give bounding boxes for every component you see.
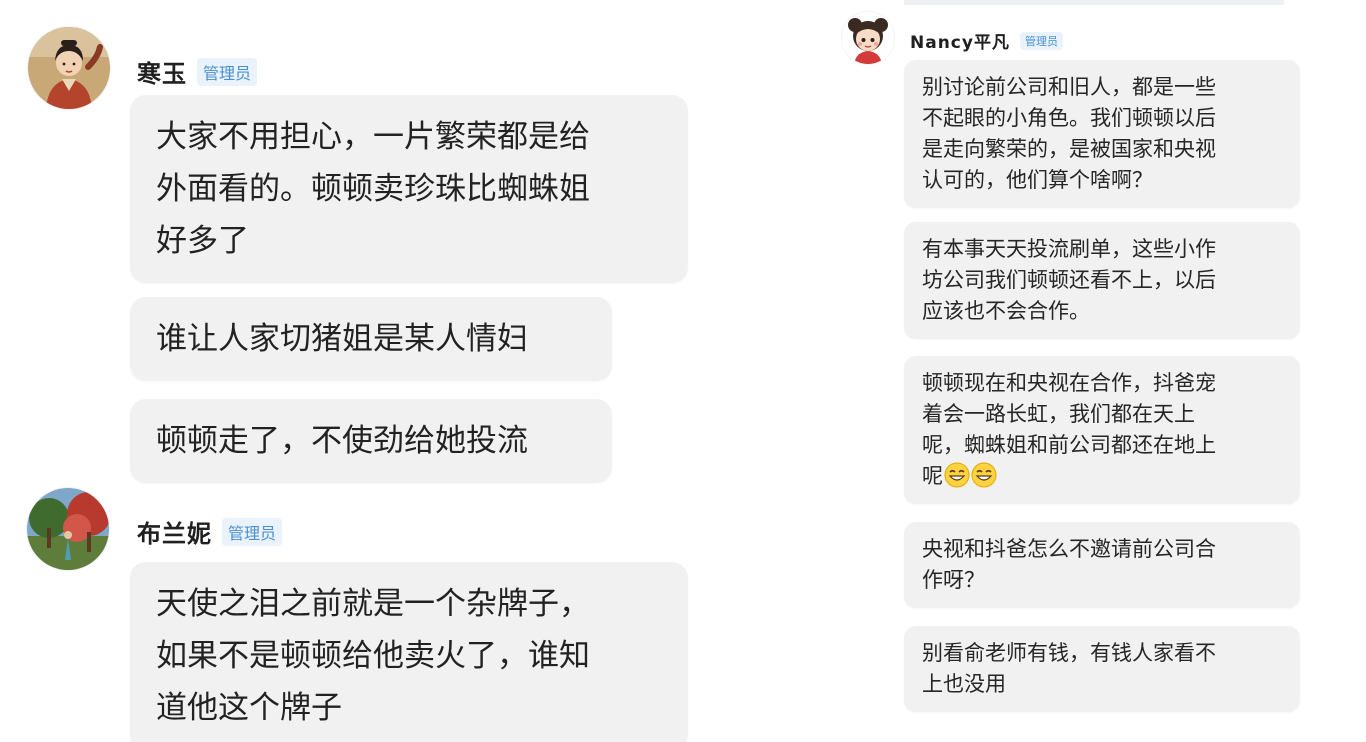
message-bubble[interactable]: 天使之泪之前就是一个杂牌子， 如果不是顿顿给他卖火了，谁知 道他这个牌子 — [130, 562, 688, 742]
message-text: 别看俞老师有钱，有钱人家看不 上也没用 — [922, 641, 1216, 696]
sender-name[interactable]: 布兰妮 — [137, 514, 212, 549]
sender-row: 寒玉 管理员 — [137, 54, 258, 89]
message-bubble[interactable]: 顿顿走了，不使劲给她投流 — [130, 399, 612, 483]
sender-name[interactable]: Nancy平凡 — [910, 28, 1010, 53]
admin-badge: 管理员 — [197, 57, 258, 86]
cartoon-girl-avatar-icon[interactable] — [842, 12, 894, 64]
left-chat-panel: 寒玉 管理员 大家不用担心，一片繁荣都是给 外面看的。顿顿卖珍珠比蜘蛛姐 好多了… — [0, 0, 720, 742]
grinning-face-emoji-icon — [971, 462, 997, 488]
message-text: 天使之泪之前就是一个杂牌子， 如果不是顿顿给他卖火了，谁知 道他这个牌子 — [156, 586, 590, 726]
message-bubble[interactable]: 大家不用担心，一片繁荣都是给 外面看的。顿顿卖珍珠比蜘蛛姐 好多了 — [130, 95, 688, 283]
message-text: 有本事天天投流刷单，这些小作 坊公司我们顿顿还看不上，以后 应该也不会合作。 — [922, 237, 1216, 323]
grinning-face-emoji-icon — [944, 462, 970, 488]
outdoor-landscape-avatar-icon[interactable] — [27, 488, 109, 570]
admin-badge: 管理员 — [1019, 31, 1063, 50]
right-chat-panel: Nancy平凡 管理员 别讨论前公司和旧人，都是一些 不起眼的小角色。我们顿顿以… — [820, 0, 1366, 742]
message-bubble[interactable]: 别看俞老师有钱，有钱人家看不 上也没用 — [904, 626, 1300, 712]
message-text: 央视和抖爸怎么不邀请前公司合 作呀？ — [922, 537, 1216, 592]
message-bubble[interactable]: 别讨论前公司和旧人，都是一些 不起眼的小角色。我们顿顿以后 是走向繁荣的，是被国… — [904, 60, 1300, 208]
sender-row: Nancy平凡 管理员 — [910, 28, 1063, 53]
sender-row: 布兰妮 管理员 — [137, 514, 283, 549]
top-divider — [904, 0, 1284, 5]
woman-in-traditional-dress-avatar-icon[interactable] — [28, 27, 110, 109]
admin-badge: 管理员 — [222, 517, 283, 546]
message-bubble[interactable]: 央视和抖爸怎么不邀请前公司合 作呀？ — [904, 522, 1300, 608]
message-text: 顿顿走了，不使劲给她投流 — [156, 423, 528, 459]
message-text: 谁让人家切猪姐是某人情妇 — [156, 321, 528, 357]
message-text: 顿顿现在和央视在合作，抖爸宠 着会一路长虹，我们都在天上 呢，蜘蛛姐和前公司都还… — [922, 368, 1282, 492]
message-bubble[interactable]: 有本事天天投流刷单，这些小作 坊公司我们顿顿还看不上，以后 应该也不会合作。 — [904, 222, 1300, 339]
message-bubble[interactable]: 顿顿现在和央视在合作，抖爸宠 着会一路长虹，我们都在天上 呢，蜘蛛姐和前公司都还… — [904, 356, 1300, 504]
sender-name[interactable]: 寒玉 — [137, 54, 187, 89]
message-bubble[interactable]: 谁让人家切猪姐是某人情妇 — [130, 297, 612, 381]
message-text: 大家不用担心，一片繁荣都是给 外面看的。顿顿卖珍珠比蜘蛛姐 好多了 — [156, 119, 590, 259]
message-text: 别讨论前公司和旧人，都是一些 不起眼的小角色。我们顿顿以后 是走向繁荣的，是被国… — [922, 75, 1216, 192]
